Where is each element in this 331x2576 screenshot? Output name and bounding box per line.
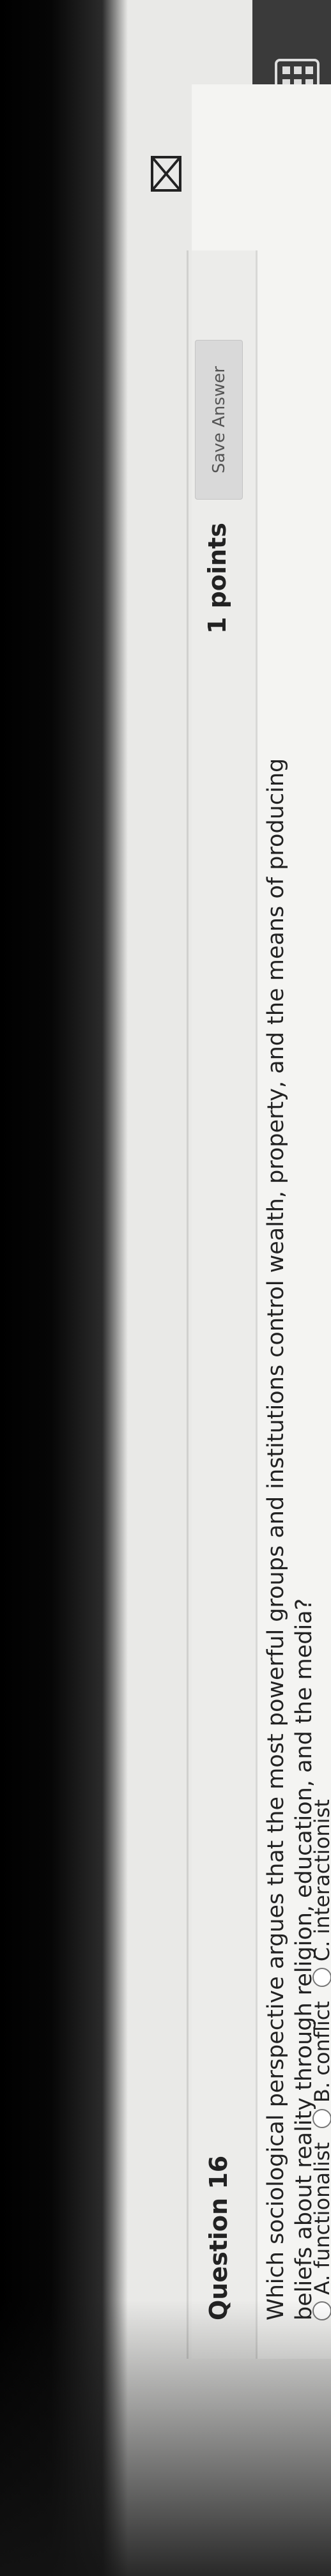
screenshot-root: Question 16 1 points Save Answer Which s…: [0, 0, 331, 2576]
save-answer-button[interactable]: Save Answer: [195, 340, 243, 500]
answer-label-c: C. interactionist: [310, 1799, 331, 1962]
question-page: Question 16 1 points Save Answer Which s…: [0, 0, 331, 2576]
answer-option-a[interactable]: A. functionalist: [310, 2142, 331, 2320]
answer-option-c[interactable]: C. interactionist: [310, 1799, 331, 1988]
radio-button-b[interactable]: [312, 2109, 331, 2128]
question-points: 1 points: [203, 523, 231, 634]
mail-icon[interactable]: [147, 155, 185, 193]
answer-options: A. functionalist B. conflict C. interact…: [310, 1785, 331, 2320]
radio-button-c[interactable]: [312, 1968, 331, 1988]
answer-label-b: B. conflict: [310, 2001, 331, 2103]
answer-option-b[interactable]: B. conflict: [310, 2001, 331, 2128]
answer-label-a: A. functionalist: [310, 2142, 331, 2295]
question-title: Question 16: [204, 2155, 233, 2320]
edge-shadow-bottom: [0, 2300, 331, 2576]
panel-top-rule: [187, 250, 189, 2359]
question-text-line-1: Which sociological perspective argues th…: [263, 758, 289, 2320]
